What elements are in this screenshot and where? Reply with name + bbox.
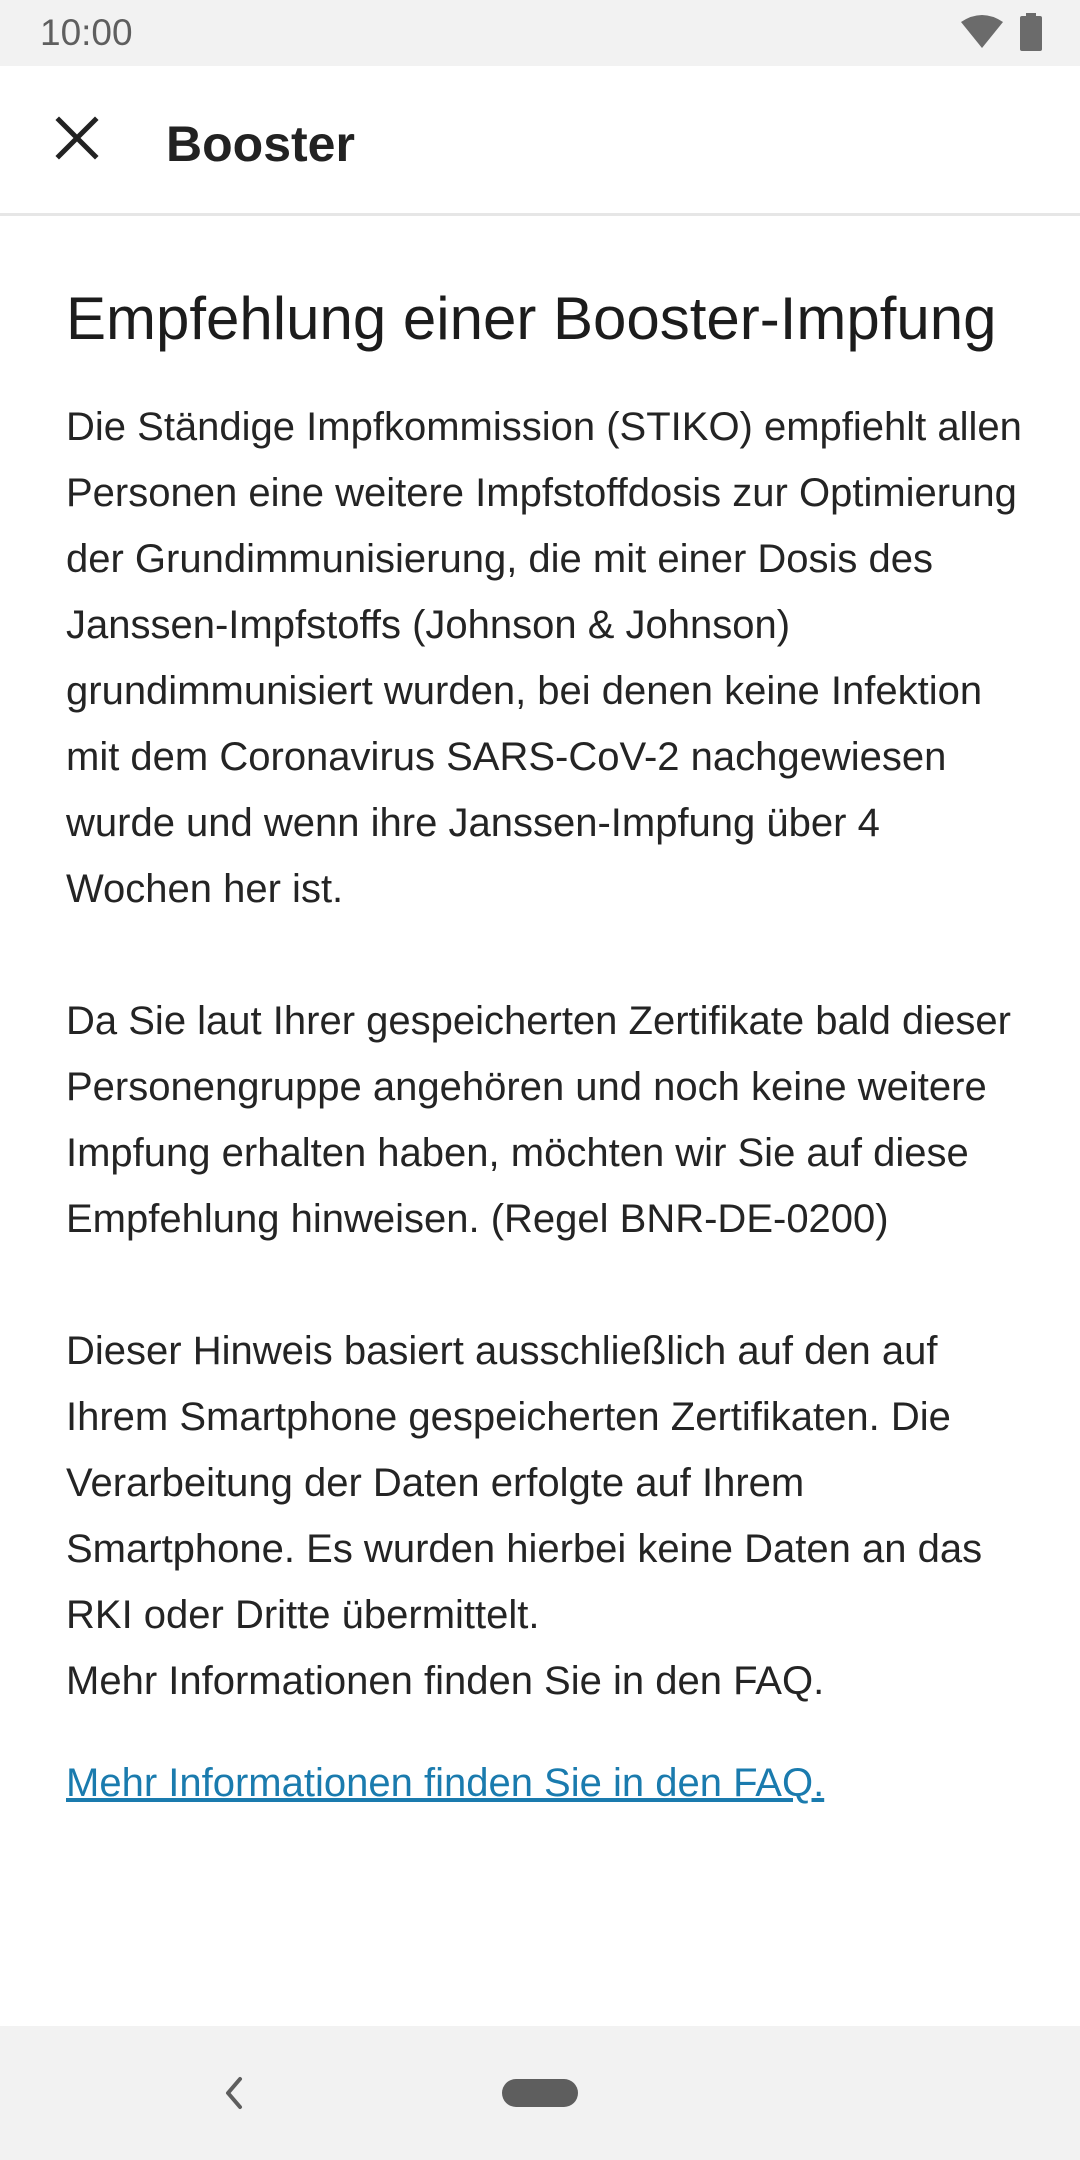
page-title: Booster xyxy=(166,116,355,172)
back-icon xyxy=(226,2077,242,2109)
battery-icon xyxy=(1020,12,1042,56)
status-bar: 10:00 xyxy=(0,0,1080,66)
faq-link[interactable]: Mehr Informationen finden Sie in den FAQ… xyxy=(66,1750,824,1816)
back-button[interactable] xyxy=(214,2068,254,2118)
app-bar: Booster xyxy=(0,66,1080,216)
wifi-icon xyxy=(960,14,1004,55)
home-pill-icon[interactable] xyxy=(502,2079,578,2107)
status-time: 10:00 xyxy=(40,12,133,53)
system-navigation-bar xyxy=(0,2026,1080,2160)
status-icons xyxy=(960,12,1042,56)
close-icon xyxy=(55,116,99,160)
booster-headline: Empfehlung einer Booster-Impfung xyxy=(66,285,997,352)
booster-content: Empfehlung einer Booster-Impfung Die Stä… xyxy=(66,280,1026,1816)
booster-description: Die Ständige Impfkommission (STIKO) empf… xyxy=(66,405,1022,1703)
close-button[interactable] xyxy=(40,108,114,168)
